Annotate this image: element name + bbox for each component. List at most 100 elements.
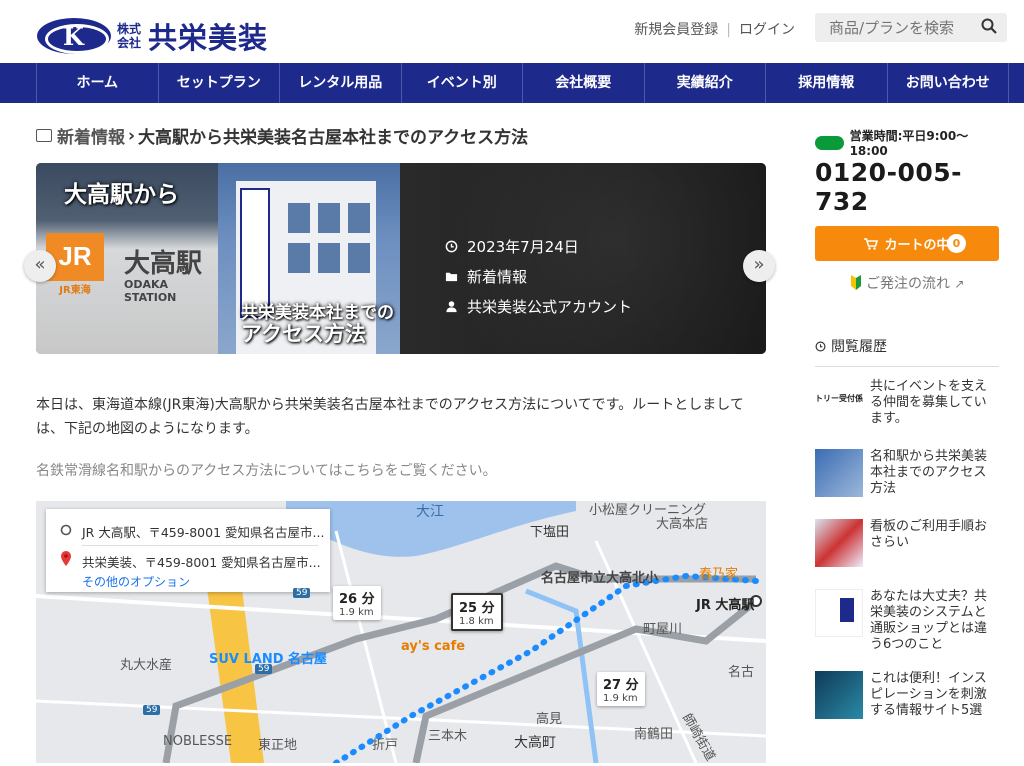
history-heading: 閲覧履歴: [815, 336, 999, 367]
map-label: 59: [293, 588, 311, 598]
user-icon: [446, 300, 457, 312]
map-label: 名古: [728, 665, 755, 680]
nav-works[interactable]: 実績紹介: [645, 63, 766, 103]
history-title: 共にイベントを支える仲間を募集しています。: [870, 379, 988, 426]
search-input[interactable]: [815, 13, 975, 42]
more-options-link[interactable]: その他のオプション: [82, 573, 190, 590]
map-label: 春乃家: [699, 567, 739, 582]
external-link-icon: ↗: [954, 277, 965, 291]
station-sign: 大高駅: [124, 249, 203, 279]
nav-contact[interactable]: お問い合わせ: [888, 63, 1009, 103]
map-label: 三本木: [428, 729, 468, 744]
site-logo[interactable]: K 株式会社 共栄美装: [37, 15, 268, 57]
top-links: 新規会員登録 | ログイン: [634, 22, 795, 38]
hero-slider[interactable]: JR JR東海 大高駅 ODAKA STATION 大高駅から 共栄美装本社まで…: [36, 163, 766, 354]
history-thumb: [815, 449, 863, 497]
post-date: 2023年7月24日: [445, 231, 632, 261]
freedial-icon: [815, 135, 844, 150]
sidebar: 営業時間:平日9:00〜18:00 0120-005-732 カートの中 0 ご…: [815, 103, 999, 729]
related-link[interactable]: 名鉄常滑線名和駅からのアクセス方法についてはこちらをご覧ください。: [36, 460, 766, 480]
post-category[interactable]: 新着情報: [445, 261, 632, 291]
beginner-mark-icon: [850, 275, 861, 290]
history-title: これは便利！インスピレーションを刺激する情報サイト5選: [870, 671, 987, 718]
main-nav: ホーム セットプラン レンタル用品 イベント別 会社概要 実績紹介 採用情報 お…: [0, 63, 1024, 103]
directions-panel: JR 大高駅、〒459-8001 愛知県名古屋市... 共栄美装、〒459-80…: [46, 509, 330, 592]
breadcrumb: 新着情報 › 大高駅から共栄美装名古屋本社までのアクセス方法: [36, 123, 766, 148]
business-hours: 営業時間:平日9:00〜18:00: [815, 127, 999, 158]
post-author[interactable]: 共栄美装公式アカウント: [445, 291, 632, 321]
nav-rental[interactable]: レンタル用品: [280, 63, 402, 103]
history-item[interactable]: あなたは大丈夫？共栄美装のシステムと通販ショップとは違う6つのこと: [815, 589, 999, 659]
map-label: 大高町: [514, 735, 556, 751]
phone-number[interactable]: 0120-005-732: [815, 158, 999, 216]
map-label: 59: [143, 705, 161, 715]
search-box: [815, 13, 1007, 42]
history-title: あなたは大丈夫？共栄美装のシステムと通販ショップとは違う6つのこと: [870, 589, 988, 652]
history-item[interactable]: これは便利！インスピレーションを刺激する情報サイト5選: [815, 671, 999, 729]
history-thumb: [815, 519, 863, 567]
logo-name: 共栄美装: [148, 21, 269, 55]
map-label: 高見: [536, 712, 563, 727]
nav-company[interactable]: 会社概要: [523, 63, 645, 103]
route-bubble-1[interactable]: 26 分 1.9 km: [333, 586, 381, 620]
map-label: 大江: [416, 504, 444, 520]
search-icon[interactable]: [981, 18, 997, 34]
slider-next-button[interactable]: »: [743, 250, 775, 282]
route-map[interactable]: JR 大高駅、〒459-8001 愛知県名古屋市... 共栄美装、〒459-80…: [36, 501, 766, 763]
route-from[interactable]: JR 大高駅、〒459-8001 愛知県名古屋市...: [82, 522, 324, 541]
logo-mark: K: [37, 18, 111, 54]
slider-prev-button[interactable]: «: [24, 250, 56, 282]
map-label: ay's cafe: [401, 639, 466, 654]
history-title: 看板のご利用手順おさらい: [870, 519, 988, 550]
map-label: 折戸: [372, 738, 399, 753]
map-label: JR 大高駅: [696, 598, 755, 613]
order-flow-link[interactable]: ご発注の流れ ↗: [815, 273, 999, 293]
map-label: 南鶴田: [634, 727, 674, 742]
register-link[interactable]: 新規会員登録: [634, 22, 718, 38]
map-label: 下塩田: [530, 525, 570, 540]
route-bubble-2[interactable]: 25 分 1.8 km: [451, 593, 503, 631]
breadcrumb-separator: ›: [128, 125, 136, 146]
route-bubble-3[interactable]: 27 分 1.9 km: [597, 672, 645, 706]
post-meta: 2023年7月24日 新着情報 共栄美装公式アカウント: [445, 231, 632, 321]
cart-count-badge: 0: [947, 234, 966, 253]
map-label: 東正地: [258, 738, 298, 753]
main-content: 新着情報 › 大高駅から共栄美装名古屋本社までのアクセス方法 JR JR東海 大…: [36, 103, 766, 763]
map-label: NOBLESSE: [163, 734, 233, 749]
breadcrumb-category[interactable]: 新着情報: [57, 123, 125, 148]
station-sign-en: ODAKA STATION: [124, 278, 177, 304]
login-link[interactable]: ログイン: [739, 22, 795, 38]
nav-event[interactable]: イベント別: [402, 63, 523, 103]
history-item[interactable]: 名和駅から共栄美装本社までのアクセス方法: [815, 449, 999, 507]
cart-icon: [864, 237, 879, 250]
history-item[interactable]: 看板のご利用手順おさらい: [815, 519, 999, 577]
jr-sign: JR: [46, 233, 104, 281]
nav-home[interactable]: ホーム: [37, 63, 159, 103]
history-thumb: トリー受付係: [815, 379, 863, 427]
map-label: 大高本店: [656, 517, 709, 532]
clock-icon: [445, 240, 458, 252]
map-label: 町屋川: [643, 622, 683, 637]
hero-caption-bottom: 共栄美装本社までの アクセス方法: [241, 303, 394, 346]
history-title: 名和駅から共栄美装本社までのアクセス方法: [870, 449, 988, 496]
nav-recruit[interactable]: 採用情報: [766, 63, 888, 103]
history-thumb: [815, 671, 863, 719]
folder-icon: [36, 129, 52, 142]
map-label: 丸大水産: [120, 658, 173, 673]
nav-set-plan[interactable]: セットプラン: [159, 63, 280, 103]
hero-caption-top: 大高駅から: [64, 182, 179, 208]
destination-pin-icon: [61, 551, 71, 566]
clock-icon: [815, 341, 826, 351]
map-label: 名古屋市立大高北小: [541, 571, 659, 586]
history-item[interactable]: トリー受付係 共にイベントを支える仲間を募集しています。: [815, 379, 999, 437]
origin-icon: [60, 524, 72, 536]
logo-company-type: 株式会社: [117, 22, 142, 50]
site-header: K 株式会社 共栄美装 新規会員登録 | ログイン: [0, 0, 1024, 63]
map-label: 59: [255, 664, 273, 674]
page-title: 大高駅から共栄美装名古屋本社までのアクセス方法: [138, 128, 529, 148]
route-to[interactable]: 共栄美装、〒459-8001 愛知県名古屋市...: [82, 552, 321, 571]
cart-button[interactable]: カートの中 0: [815, 226, 999, 261]
jr-sign-sub: JR東海: [59, 285, 91, 296]
article-paragraph: 本日は、東海道本線(JR東海)大高駅から共栄美装名古屋本社までのアクセス方法につ…: [36, 397, 744, 437]
history-thumb: [815, 589, 863, 637]
